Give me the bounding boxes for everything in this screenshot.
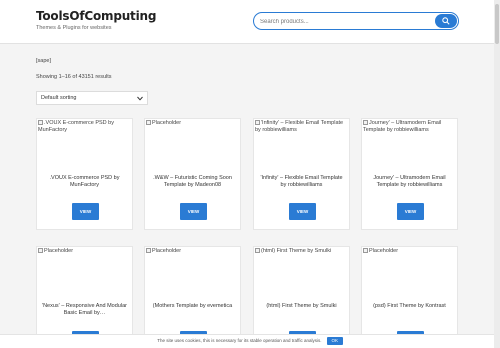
product-image[interactable]: .VOUX E-commerce PSD by MunFactory: [37, 119, 132, 165]
cookie-text: The site uses cookies, this is necessary…: [157, 338, 322, 343]
product-title[interactable]: .W&W – Futuristic Coming Soon Template b…: [149, 175, 236, 190]
product-image[interactable]: (html) First Theme by Smulki: [254, 247, 349, 293]
product-card[interactable]: (html) First Theme by Smulki (html) Firs…: [253, 246, 350, 348]
product-image-alt: Placeholder: [44, 248, 74, 254]
broken-image-icon: [363, 120, 368, 125]
product-title[interactable]: (psd) First Theme by Kontrast: [366, 303, 453, 310]
view-button[interactable]: VIEW: [72, 203, 99, 220]
view-button[interactable]: VIEW: [180, 203, 207, 220]
site-tagline: Themes & Plugins for websites: [36, 25, 112, 31]
product-card[interactable]: Placeholder .W&W – Futuristic Coming Soo…: [144, 118, 241, 230]
product-image-alt: Placeholder: [152, 120, 182, 126]
sort-selected-label: Default sorting: [41, 95, 77, 101]
sort-select[interactable]: Default sorting: [36, 91, 148, 105]
product-image-alt: 'Infinity' – Flexible Email Template by …: [255, 120, 344, 134]
product-title[interactable]: 'Infinity' – Flexible Email Template by …: [258, 175, 345, 190]
search-icon: [442, 17, 450, 25]
product-title[interactable]: (html) First Theme by Smulki: [258, 303, 345, 310]
brand: ToolsOfComputing Themes & Plugins for we…: [36, 9, 156, 31]
product-title[interactable]: (Mothers Template by evemetica: [149, 303, 236, 310]
product-image-alt: (html) First Theme by Smulki: [261, 248, 332, 254]
product-title[interactable]: 'Nexus' – Responsive And Modular Basic E…: [41, 303, 128, 318]
product-title[interactable]: Journey' – Ultramodern Email Template by…: [366, 175, 453, 190]
product-card[interactable]: .VOUX E-commerce PSD by MunFactory .VOUX…: [36, 118, 133, 230]
site-title[interactable]: ToolsOfComputing: [36, 9, 156, 23]
broken-image-icon: [38, 120, 43, 125]
product-image[interactable]: Placeholder: [362, 247, 457, 293]
product-image[interactable]: 'Infinity' – Flexible Email Template by …: [254, 119, 349, 165]
search-form: [253, 12, 459, 30]
site-header: ToolsOfComputing Themes & Plugins for we…: [0, 0, 500, 44]
product-title[interactable]: .VOUX E-commerce PSD by MunFactory: [41, 175, 128, 190]
broken-image-icon: [38, 248, 43, 253]
breadcrumb: [sape]: [36, 58, 51, 64]
product-card[interactable]: Placeholder 'Nexus' – Responsive And Mod…: [36, 246, 133, 348]
view-button[interactable]: VIEW: [289, 203, 316, 220]
broken-image-icon: [363, 248, 368, 253]
product-image[interactable]: Placeholder: [145, 247, 240, 293]
cookie-notice: The site uses cookies, this is necessary…: [0, 334, 500, 348]
product-image-alt: Placeholder: [152, 248, 182, 254]
product-card[interactable]: Placeholder (Mothers Template by evemeti…: [144, 246, 241, 348]
product-image-alt: .VOUX E-commerce PSD by MunFactory: [38, 120, 114, 134]
scrollbar-thumb[interactable]: [495, 4, 499, 44]
broken-image-icon: [255, 120, 260, 125]
search-input[interactable]: [260, 16, 430, 27]
product-image[interactable]: Placeholder: [37, 247, 132, 293]
search-button[interactable]: [435, 14, 457, 28]
product-image-alt: Journey' – Ultramodern Email Template by…: [363, 120, 442, 134]
scrollbar[interactable]: [494, 0, 500, 348]
view-button[interactable]: VIEW: [397, 203, 424, 220]
broken-image-icon: [255, 248, 260, 253]
broken-image-icon: [146, 248, 151, 253]
chevron-down-icon: [137, 96, 143, 101]
product-card[interactable]: 'Infinity' – Flexible Email Template by …: [253, 118, 350, 230]
result-count: Showing 1–16 of 43151 results: [36, 74, 112, 80]
cookie-accept-button[interactable]: OK: [326, 337, 343, 345]
broken-image-icon: [146, 120, 151, 125]
product-image[interactable]: Journey' – Ultramodern Email Template by…: [362, 119, 457, 165]
product-card[interactable]: Placeholder (psd) First Theme by Kontras…: [361, 246, 458, 348]
product-image-alt: Placeholder: [369, 248, 399, 254]
product-image[interactable]: Placeholder: [145, 119, 240, 165]
product-card[interactable]: Journey' – Ultramodern Email Template by…: [361, 118, 458, 230]
